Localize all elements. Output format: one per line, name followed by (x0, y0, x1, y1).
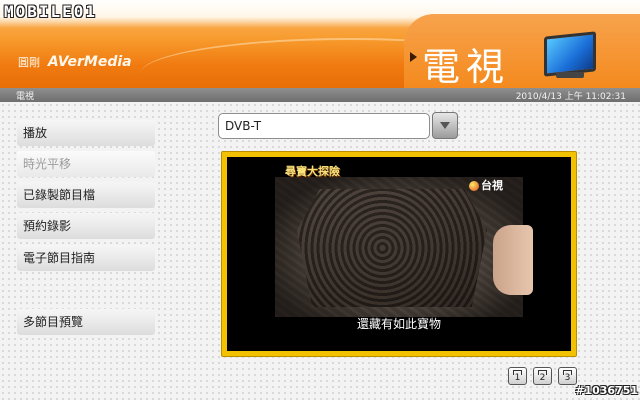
channel-logo: 台視 (469, 177, 503, 193)
menu-item-timeshift: 時光平移 (17, 151, 155, 177)
tv-monitor-icon (544, 31, 596, 77)
status-datetime: 2010/4/13 上午 11:02:31 (515, 92, 626, 102)
video-subtitle: 還藏有如此寶物 (356, 317, 441, 331)
show-logo: 尋寶大探險 (285, 165, 340, 178)
source-select-toggle[interactable] (432, 112, 458, 139)
menu-item-recorded[interactable]: 已錄製節目檔 (17, 182, 155, 208)
page-title: 電視 (422, 45, 511, 89)
play-arrow-icon (410, 52, 417, 62)
chevron-down-icon (440, 122, 450, 129)
status-section: 電視 (16, 92, 35, 102)
video-screen[interactable]: 尋寶大探險 台視 還藏有如此寶物 (227, 157, 571, 351)
brand-cn: 圓剛 (18, 56, 40, 69)
source-select[interactable]: DVB-T (218, 113, 430, 139)
status-bar: 電視 2010/4/13 上午 11:02:31 (0, 88, 640, 102)
channel-logo-icon (469, 181, 479, 191)
brand-en: AVerMedia (47, 54, 132, 70)
hand-image (493, 225, 533, 295)
image-id-watermark: #1036751 (575, 384, 638, 397)
menu-item-schedule[interactable]: 預約錄影 (17, 213, 155, 239)
brand-logo: 圓剛 AVerMedia (18, 54, 132, 70)
capture-button-2[interactable]: 2 (533, 367, 552, 385)
menu-item-multiview[interactable]: 多節目預覽 (17, 309, 155, 335)
channel-logo-text: 台視 (481, 179, 503, 192)
menu-item-epg[interactable]: 電子節目指南 (17, 245, 155, 271)
capture-button-1[interactable]: 1 (508, 367, 527, 385)
site-watermark-logo: MOBILE01 (4, 2, 98, 21)
tv-stand-icon (556, 72, 584, 78)
video-picture (275, 177, 533, 317)
carved-stone-image (297, 189, 487, 307)
capture-button-3[interactable]: 3 (558, 367, 577, 385)
menu-item-play[interactable]: 播放 (17, 120, 155, 146)
